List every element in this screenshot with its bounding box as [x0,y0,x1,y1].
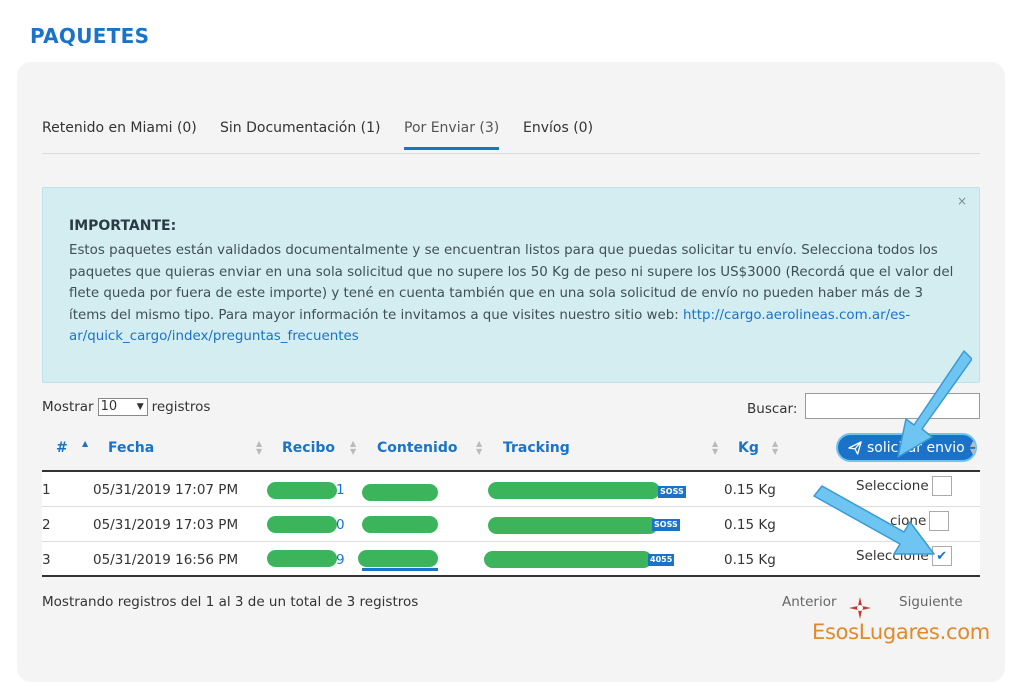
row-date: 05/31/2019 17:03 PM [93,517,239,533]
page-size-select[interactable]: 10 ▼ [97,398,148,416]
compass-logo-icon [849,597,871,619]
content-link-underline [362,568,438,571]
tracking-tag: 4055 [648,554,675,566]
row-number: 3 [42,552,51,568]
col-tracking[interactable]: Tracking [503,440,570,456]
tracking-tag: SOSS [652,519,680,531]
redacted-content [362,484,438,501]
tracking-tag: SOSS [658,486,686,498]
col-date[interactable]: Fecha [108,440,154,456]
pointer-arrow-icon [813,485,935,555]
row-number: 2 [42,517,51,533]
sort-icon: ▲ ▼ [256,439,263,456]
tab-retenido-miami[interactable]: Retenido en Miami (0) [42,120,197,150]
tab-por-enviar[interactable]: Por Enviar (3) [404,120,500,150]
col-kg[interactable]: Kg [738,440,759,456]
pagination-previous[interactable]: Anterior [782,594,837,610]
redacted-content [362,516,438,533]
tab-envios[interactable]: Envíos (0) [523,120,593,150]
col-number[interactable]: # [56,440,68,456]
row-weight: 0.15 Kg [724,517,776,533]
redacted-receipt [267,482,337,499]
sort-icon: ▲ ▼ [350,439,357,456]
records-label: registros [151,399,211,415]
row-receipt-tail[interactable]: 0 [336,517,345,533]
redacted-content [358,550,438,567]
alert-title: IMPORTANTE: [69,218,177,234]
table-info: Mostrando registros del 1 al 3 de un tot… [42,594,419,610]
redacted-tracking [488,482,660,499]
table-header: # ▲ Fecha ▲ ▼ Recibo ▲ ▼ Contenido ▲ ▼ Trac… [42,428,980,472]
page-length-control: Mostrar 10 ▼ registros [42,398,210,416]
pointer-arrow-icon [897,350,972,458]
row-date: 05/31/2019 16:56 PM [93,552,239,568]
redacted-receipt [267,516,337,533]
search-label: Buscar: [747,401,798,417]
row-number: 1 [42,482,51,498]
col-receipt[interactable]: Recibo [282,440,335,456]
sort-icon: ▲ ▼ [772,439,779,456]
alert-body: Estos paquetes están validados documenta… [69,240,959,348]
row-weight: 0.15 Kg [724,482,776,498]
tab-bar: Retenido en Miami (0) Sin Documentación … [42,108,980,154]
row-date: 05/31/2019 17:07 PM [93,482,239,498]
sort-asc-icon: ▲ [82,439,89,448]
row-receipt-tail[interactable]: 9 [336,552,345,568]
sort-icon: ▲ ▼ [476,439,483,456]
pagination-next[interactable]: Siguiente [899,594,963,610]
page-size-value: 10 [100,399,118,414]
watermark-text: EsosLugares.com [812,620,990,644]
sort-icon: ▲ ▼ [712,439,719,456]
show-label: Mostrar [42,399,94,415]
row-weight: 0.15 Kg [724,552,776,568]
redacted-tracking [488,517,658,534]
close-icon[interactable]: × [957,194,967,208]
page-title: PAQUETES [30,24,150,48]
redacted-receipt [267,550,337,567]
redacted-tracking [484,551,652,568]
tab-sin-documentacion[interactable]: Sin Documentación (1) [220,120,381,150]
important-alert: × IMPORTANTE: Estos paquetes están valid… [42,187,980,383]
row-receipt-tail[interactable]: 1 [336,482,345,498]
col-content[interactable]: Contenido [377,440,457,456]
paper-plane-icon [848,440,862,455]
caret-down-icon: ▼ [136,402,144,412]
